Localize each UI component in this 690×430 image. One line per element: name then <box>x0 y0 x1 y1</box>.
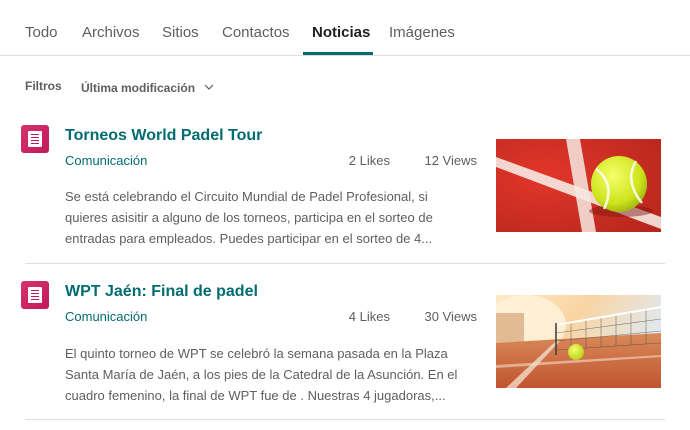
result-divider <box>25 419 665 420</box>
result-divider <box>25 263 665 264</box>
views-count: 12 Views <box>424 153 477 168</box>
likes-count: 4 Likes <box>348 309 390 324</box>
tab-imagenes[interactable]: Imágenes <box>389 24 455 41</box>
snippet-line: Santa María de Jaén, a los pies de la Ca… <box>65 367 458 382</box>
news-page-icon <box>21 125 49 153</box>
views-count: 30 Views <box>424 309 477 324</box>
snippet-line: El quinto torneo de WPT se celebró la se… <box>65 346 448 361</box>
result-snippet: El quinto torneo de WPT se celebró la se… <box>65 343 475 406</box>
sort-dropdown[interactable]: Última modificación <box>81 79 214 95</box>
filters-label: Filtros <box>25 79 62 93</box>
result-snippet: Se está celebrando el Circuito Mundial d… <box>65 186 475 249</box>
result-site[interactable]: Comunicación <box>65 309 147 324</box>
news-page-icon <box>21 281 49 309</box>
tab-contactos[interactable]: Contactos <box>222 24 290 41</box>
tennis-ball-on-clay-court-image[interactable] <box>496 139 661 232</box>
snippet-line: entradas para empleados. Puedes particip… <box>65 231 433 246</box>
tab-sitios[interactable]: Sitios <box>162 24 199 41</box>
result-title[interactable]: Torneos World Padel Tour <box>65 127 262 145</box>
active-tab-indicator <box>303 52 373 55</box>
result-site[interactable]: Comunicación <box>65 153 147 168</box>
tennis-court-net-sunset-image[interactable] <box>496 295 661 388</box>
sort-label: Última modificación <box>81 81 196 95</box>
likes-count: 2 Likes <box>348 153 390 168</box>
tab-todo[interactable]: Todo <box>25 24 58 41</box>
tab-archivos[interactable]: Archivos <box>82 24 140 41</box>
snippet-line: cuadro femenino, la final de WPT fue de … <box>65 388 446 403</box>
result-title[interactable]: WPT Jaén: Final de padel <box>65 283 258 301</box>
chevron-down-icon <box>204 79 214 93</box>
snippet-line: quieres asisitir a alguno de los torneos… <box>65 210 433 225</box>
search-vertical-tabs: Todo Archivos Sitios Contactos Noticias … <box>0 0 690 56</box>
snippet-line: Se está celebrando el Circuito Mundial d… <box>65 189 428 204</box>
tab-noticias[interactable]: Noticias <box>312 24 370 41</box>
